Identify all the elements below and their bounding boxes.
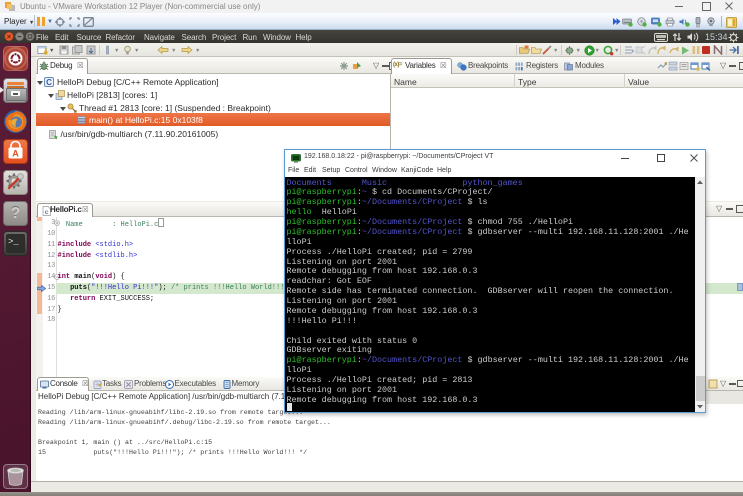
svg-text:A: A bbox=[12, 149, 19, 159]
svg-text:c: c bbox=[45, 209, 49, 216]
svg-text:C: C bbox=[46, 78, 52, 87]
